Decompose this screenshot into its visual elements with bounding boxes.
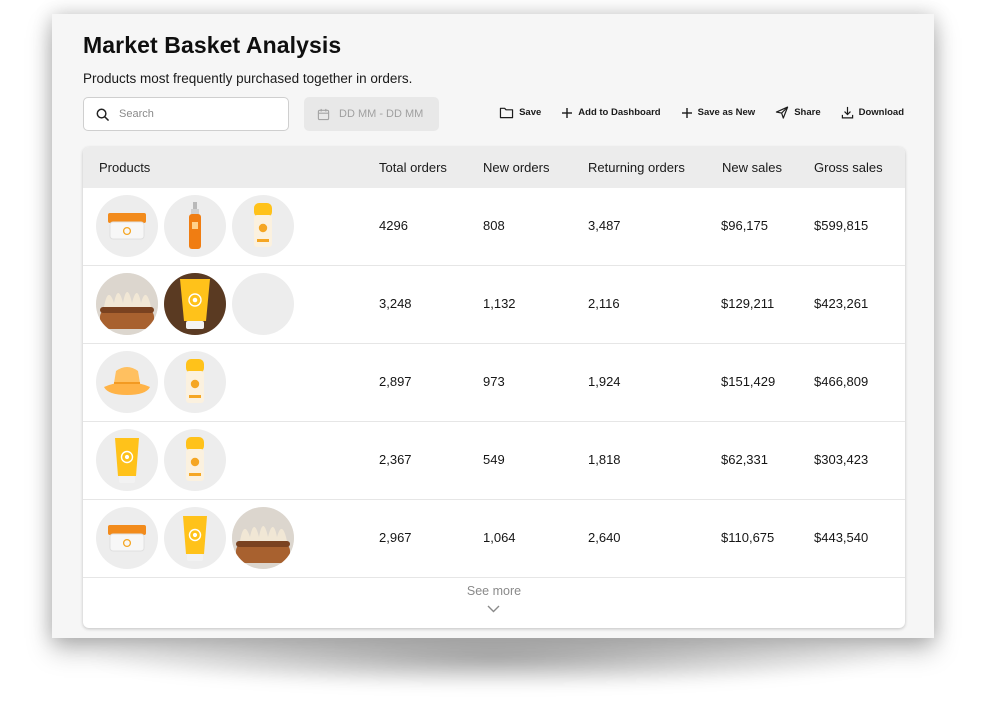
gross-sales-cell: $423,261 (814, 296, 869, 311)
plus-icon (562, 107, 573, 118)
search-box[interactable] (83, 97, 289, 131)
table-row[interactable]: 2,967 1,064 2,640 $110,675 $443,540 (83, 500, 905, 578)
save-button[interactable]: Save (499, 106, 541, 119)
page-title: Market Basket Analysis (83, 32, 342, 58)
column-header-new-sales[interactable]: New sales (722, 160, 782, 175)
new-orders-cell: 1,132 (483, 296, 516, 311)
add-to-dashboard-button[interactable]: Add to Dashboard (561, 107, 661, 119)
new-sales-cell: $151,429 (721, 374, 776, 389)
table-row[interactable]: 4296 808 3,487 $96,175 $599,815 (83, 188, 905, 266)
bucket-hat-icon (96, 351, 158, 413)
sunscreen-tube-icon (96, 429, 158, 491)
column-header-gross-sales[interactable]: Gross sales (814, 160, 883, 175)
cream-jar-icon (96, 507, 158, 569)
column-header-new-orders[interactable]: New orders (483, 160, 549, 175)
returning-orders-cell: 1,818 (588, 452, 621, 467)
sunscreen-tube-icon (164, 273, 226, 335)
sunscreen-stick-icon (164, 429, 226, 491)
download-label: Download (858, 107, 904, 118)
report-card: Market Basket Analysis Products most fre… (52, 14, 934, 638)
returning-orders-cell: 2,116 (588, 296, 620, 311)
sunscreen-tube-icon (164, 507, 226, 569)
save-button-label: Save (519, 107, 542, 118)
returning-orders-cell: 2,640 (588, 530, 621, 545)
new-orders-cell: 973 (483, 374, 505, 389)
gross-sales-cell: $599,815 (814, 218, 869, 233)
gross-sales-cell: $466,809 (814, 374, 869, 389)
basket-table: Products Total orders New orders Returni… (83, 147, 905, 628)
save-as-new-label: Save as New (697, 107, 756, 118)
sunscreen-stick-icon (164, 351, 226, 413)
search-icon (96, 108, 109, 121)
sunscreen-stick-icon (232, 195, 294, 257)
total-orders-cell: 4296 (379, 218, 408, 233)
download-button[interactable]: Download (841, 106, 904, 119)
cream-jar-icon (96, 195, 158, 257)
toolbar: Save Add to Dashboard Save as New Share (499, 106, 904, 119)
total-orders-cell: 2,967 (379, 530, 412, 545)
download-icon (841, 106, 853, 119)
see-more-button[interactable]: See more (83, 584, 905, 598)
table-header: Products Total orders New orders Returni… (83, 147, 905, 188)
see-more-label: See more (466, 584, 522, 598)
column-header-products[interactable]: Products (99, 160, 150, 175)
folder-icon (499, 107, 514, 119)
total-orders-cell: 2,367 (379, 452, 412, 467)
send-icon (776, 106, 789, 119)
new-orders-cell: 549 (483, 452, 505, 467)
save-as-new-button[interactable]: Save as New (681, 107, 756, 119)
share-label: Share (794, 107, 821, 118)
chevron-down-icon[interactable] (487, 605, 500, 613)
add-to-dashboard-label: Add to Dashboard (578, 107, 661, 118)
new-sales-cell: $62,331 (721, 452, 768, 467)
new-sales-cell: $110,675 (721, 530, 775, 545)
total-orders-cell: 2,897 (379, 374, 412, 389)
brush-icon (96, 273, 158, 335)
returning-orders-cell: 1,924 (588, 374, 621, 389)
new-orders-cell: 1,064 (483, 530, 516, 545)
column-header-returning-orders[interactable]: Returning orders (588, 160, 685, 175)
date-range-placeholder: DD MM - DD MM (339, 108, 424, 120)
returning-orders-cell: 3,487 (588, 218, 621, 233)
table-row[interactable]: 2,367 549 1,818 $62,331 $303,423 (83, 422, 905, 500)
calendar-icon (317, 108, 330, 120)
column-header-total-orders[interactable]: Total orders (379, 160, 447, 175)
empty-thumb (232, 273, 294, 335)
gross-sales-cell: $443,540 (814, 530, 869, 545)
table-row[interactable]: 2,897 973 1,924 $151,429 $466,809 (83, 344, 905, 422)
search-input[interactable] (117, 107, 271, 121)
new-orders-cell: 808 (483, 218, 505, 233)
new-sales-cell: $96,175 (721, 218, 768, 233)
date-range-picker[interactable]: DD MM - DD MM (304, 97, 439, 131)
plus-icon (681, 107, 692, 118)
table-row[interactable]: 3,248 1,132 2,116 $129,211 $423,261 (83, 266, 905, 344)
spray-bottle-icon (164, 195, 226, 257)
new-sales-cell: $129,211 (721, 296, 775, 311)
brush-icon (232, 507, 294, 569)
share-button[interactable]: Share (775, 106, 821, 119)
page-subtitle: Products most frequently purchased toget… (83, 71, 413, 86)
total-orders-cell: 3,248 (379, 296, 412, 311)
gross-sales-cell: $303,423 (814, 452, 869, 467)
